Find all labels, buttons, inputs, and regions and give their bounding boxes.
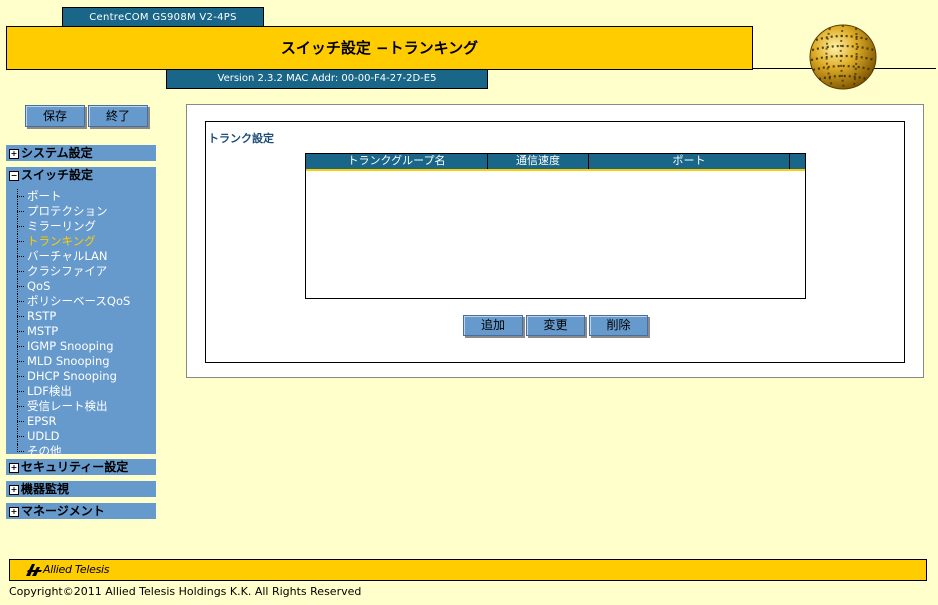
section-title: トランク設定 — [208, 132, 274, 145]
sidebar-item-9[interactable]: MSTP — [6, 324, 156, 339]
menu-switch-settings[interactable]: − スイッチ設定 — [6, 167, 156, 183]
sidebar-item-8[interactable]: RSTP — [6, 309, 156, 324]
sidebar-item-7[interactable]: ポリシーベースQoS — [6, 294, 156, 309]
sidebar-item-12[interactable]: DHCP Snooping — [6, 369, 156, 384]
sidebar-item-14[interactable]: 受信レート検出 — [6, 399, 156, 414]
sidebar-item-0[interactable]: ポート — [6, 189, 156, 204]
sidebar-item-2[interactable]: ミラーリング — [6, 219, 156, 234]
edit-button[interactable]: 変更 — [526, 315, 585, 336]
column-header-speed: 通信速度 — [488, 154, 589, 169]
column-header-port: ポート — [589, 154, 790, 169]
column-header-extra — [790, 154, 805, 169]
column-header-group-name: トランクグループ名 — [306, 154, 488, 169]
expand-icon[interactable]: + — [9, 149, 19, 159]
menu-device-monitoring[interactable]: + 機器監視 — [6, 481, 156, 497]
expand-icon[interactable]: + — [9, 463, 19, 473]
sidebar-item-4[interactable]: バーチャルLAN — [6, 249, 156, 264]
switch-submenu-list: ポート プロテクション ミラーリング トランキング バーチャルLAN クラシファイア QoS… — [6, 189, 156, 459]
footer-brand: Allied Telesis — [43, 563, 110, 576]
allied-telesis-logo-icon — [26, 564, 42, 576]
collapse-icon[interactable]: − — [9, 171, 19, 181]
sidebar-item-15[interactable]: EPSR — [6, 414, 156, 429]
copyright-text: Copyright©2011 Allied Telesis Holdings K… — [9, 585, 362, 598]
sidebar-item-17[interactable]: その他 — [6, 444, 156, 459]
save-button[interactable]: 保存 — [25, 105, 85, 127]
expand-icon[interactable]: + — [9, 485, 19, 495]
sidebar-item-11[interactable]: MLD Snooping — [6, 354, 156, 369]
trunk-table: トランクグループ名 通信速度 ポート — [305, 153, 806, 299]
menu-label: マネージメント — [21, 504, 105, 518]
menu-label: 機器監視 — [21, 482, 70, 496]
sidebar-item-13[interactable]: LDF検出 — [6, 384, 156, 399]
trunk-table-header: トランクグループ名 通信速度 ポート — [306, 154, 805, 171]
model-name-tab: CentreCOM GS908M V2-4PS — [62, 7, 264, 28]
expand-icon[interactable]: + — [9, 507, 19, 517]
menu-security-settings[interactable]: + セキュリティー設定 — [6, 459, 156, 475]
sidebar-item-1[interactable]: プロテクション — [6, 204, 156, 219]
menu-label: スイッチ設定 — [21, 168, 94, 182]
menu-system-settings[interactable]: + システム設定 — [6, 145, 156, 161]
sidebar-item-5[interactable]: クラシファイア — [6, 264, 156, 279]
sidebar-item-3[interactable]: トランキング — [6, 234, 156, 249]
menu-label: システム設定 — [21, 146, 93, 160]
version-info: Version 2.3.2 MAC Addr: 00-00-F4-27-2D-E… — [166, 69, 488, 89]
menu-switch-settings-panel: − スイッチ設定 ポート プロテクション ミラーリング トランキング バーチャルLAN クラ… — [6, 167, 156, 458]
exit-button[interactable]: 終了 — [88, 105, 148, 127]
menu-management[interactable]: + マネージメント — [6, 503, 156, 519]
menu-label: セキュリティー設定 — [21, 460, 129, 474]
globe-logo-icon — [809, 24, 877, 90]
sidebar-item-16[interactable]: UDLD — [6, 429, 156, 444]
page-title: スイッチ設定 −トランキング — [6, 26, 753, 70]
footer-bar: Allied Telesis — [9, 559, 927, 581]
add-button[interactable]: 追加 — [463, 315, 523, 336]
delete-button[interactable]: 削除 — [589, 315, 648, 336]
sidebar-item-10[interactable]: IGMP Snooping — [6, 339, 156, 354]
sidebar-item-6[interactable]: QoS — [6, 279, 156, 294]
